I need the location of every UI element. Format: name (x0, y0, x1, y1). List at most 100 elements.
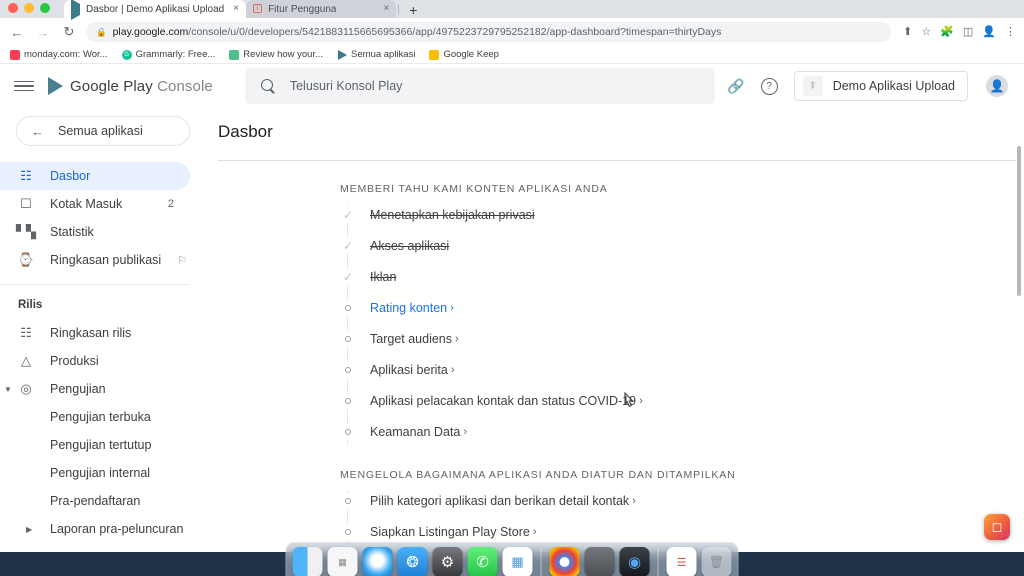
google-play-console-brand[interactable]: Google Play Console (48, 77, 213, 95)
checklist-item-label: Rating konten (370, 300, 448, 315)
all-apps-button[interactable]: ← Semua aplikasi (16, 116, 190, 146)
bookmarks-bar: monday.com: Wor... G Grammarly: Free... … (0, 46, 1024, 64)
sidebar-item-statistik[interactable]: ▘▚ Statistik (0, 218, 190, 246)
console-body: ← Semua aplikasi ☷ Dasbor ☐ Kotak Masuk … (0, 108, 1024, 551)
sidebar-item-ringkasan-publikasi[interactable]: ⌚ Ringkasan publikasi ⚐ (0, 246, 190, 274)
reload-icon[interactable]: ↻ (60, 23, 78, 41)
address-bar[interactable]: 🔒 play.google.com/console/u/0/developers… (86, 22, 892, 42)
flag-off-icon: ⚐ (177, 254, 188, 267)
avatar[interactable]: 👤 (986, 75, 1008, 97)
sidebar-item-label: Laporan pra-peluncuran (50, 522, 184, 536)
zoom-icon[interactable]: ◉ (619, 547, 650, 576)
preview-icon[interactable] (584, 547, 615, 576)
safari-icon[interactable] (362, 547, 393, 576)
section-heading-presentation: MENGELOLA BAGAIMANA APLIKASI ANDA DIATUR… (340, 469, 736, 481)
lock-icon: 🔒 (96, 26, 107, 37)
circle-empty-icon (340, 361, 356, 378)
production-rocket-icon: △ (21, 353, 31, 368)
bookmark-item[interactable]: Semua aplikasi (337, 49, 415, 60)
app-selector-chip[interactable]: ⍒ Demo Aplikasi Upload (793, 71, 968, 101)
close-window-button[interactable] (8, 3, 18, 13)
new-tab-button[interactable]: + (401, 2, 425, 18)
reminders-icon[interactable]: ☰ (666, 547, 697, 576)
tab-close-icon[interactable]: × (233, 4, 239, 14)
checklist-item-target-audience[interactable]: Target audiens › (340, 323, 1024, 354)
browser-tab-inactive[interactable]: 1 Fitur Pengguna × (246, 0, 397, 18)
url-path: /console/u/0/developers/5421883115665695… (188, 26, 722, 38)
checklist-content: ✓ Menetapkan kebijakan privasi ✓ Akses a… (210, 199, 1024, 447)
bookmark-item[interactable]: Google Keep (429, 49, 499, 60)
bookmark-item[interactable]: G Grammarly: Free... (121, 49, 215, 60)
sidebar-item-label: Pengujian internal (50, 466, 151, 480)
help-circle-icon[interactable]: ? (760, 77, 778, 95)
brand-light: Console (157, 77, 213, 95)
checklist-item-content-rating[interactable]: Rating konten › (340, 292, 1024, 323)
bookmark-star-icon[interactable]: ☆ (921, 26, 931, 38)
chrome-browser-window: Dasbor | Demo Aplikasi Upload × 1 Fitur … (0, 0, 1024, 552)
checklist-item-label: Keamanan Data (370, 424, 461, 439)
chrome-icon[interactable] (549, 547, 580, 576)
checklist-item-privacy-policy[interactable]: ✓ Menetapkan kebijakan privasi (340, 199, 1024, 230)
checklist-item-category-contact[interactable]: Pilih kategori aplikasi dan berikan deta… (340, 485, 1024, 516)
slack-icon[interactable]: ▦ (502, 547, 533, 576)
profile-avatar-icon[interactable]: 👤 (982, 26, 996, 38)
finder-icon[interactable] (292, 547, 323, 576)
minimize-window-button[interactable] (24, 3, 34, 13)
checklist-item-data-safety[interactable]: Keamanan Data › (340, 416, 1024, 447)
chevron-down-icon[interactable]: ▼ (4, 385, 12, 394)
browser-tab-active[interactable]: Dasbor | Demo Aplikasi Upload × (64, 0, 247, 20)
sidebar-item-pengujian[interactable]: ▼ ◎ Pengujian (0, 375, 190, 403)
dashboard-grid-icon: ☷ (20, 168, 32, 183)
check-icon: ✓ (340, 206, 356, 223)
brand-text: Google Play Console (70, 78, 213, 95)
tab-close-icon[interactable]: × (383, 4, 389, 14)
bookmark-item[interactable]: Review how your... (229, 49, 323, 60)
side-panel-icon[interactable]: ◫ (963, 26, 973, 38)
sidebar-item-laporan-pra-peluncuran[interactable]: ▶ Laporan pra-peluncuran (0, 515, 190, 543)
trash-icon[interactable]: 🗑 (701, 547, 732, 576)
system-settings-icon[interactable]: ⚙ (432, 547, 463, 576)
share-icon[interactable]: ⬆ (903, 26, 912, 38)
bar-chart-icon: ▘▚ (16, 224, 36, 239)
sidebar-item-dasbor[interactable]: ☷ Dasbor (0, 162, 190, 190)
sidebar-item-pengujian-internal[interactable]: Pengujian internal (0, 459, 190, 487)
checklist-item-ads[interactable]: ✓ Iklan (340, 261, 1024, 292)
whatsapp-icon[interactable]: ✆ (467, 547, 498, 576)
checklist-item-app-access[interactable]: ✓ Akses aplikasi (340, 230, 1024, 261)
circle-empty-icon (340, 392, 356, 409)
section-heading-content: MEMBERI TAHU KAMI KONTEN APLIKASI ANDA (340, 183, 608, 195)
sidebar-item-produksi[interactable]: △ Produksi (0, 347, 190, 375)
three-dot-menu-icon[interactable]: ⋮ (1005, 26, 1016, 38)
sidebar-item-kotak-masuk[interactable]: ☐ Kotak Masuk 2 (0, 190, 190, 218)
sidebar-item-pra-pendaftaran[interactable]: Pra-pendaftaran (0, 487, 190, 515)
sidebar: ← Semua aplikasi ☷ Dasbor ☐ Kotak Masuk … (0, 108, 210, 551)
extensions-puzzle-icon[interactable]: 🧩 (940, 26, 954, 38)
xcode-icon[interactable]: ❂ (397, 547, 428, 576)
chevron-right-icon: › (463, 425, 468, 438)
chevron-right-icon[interactable]: ▶ (26, 525, 32, 534)
link-icon[interactable]: 🔗 (727, 78, 744, 95)
forward-icon[interactable]: → (34, 23, 52, 41)
search-input[interactable]: Telusuri Konsol Play (244, 68, 715, 104)
recorder-badge-icon[interactable]: ◻ (984, 514, 1010, 540)
window-traffic-lights[interactable] (8, 3, 50, 13)
hamburger-menu-icon[interactable] (14, 77, 34, 96)
screen-root: Dasbor | Demo Aplikasi Upload × 1 Fitur … (0, 0, 1024, 576)
check-icon: ✓ (340, 268, 356, 285)
sidebar-item-pengujian-terbuka[interactable]: Pengujian terbuka (0, 403, 190, 431)
checklist-item-news-app[interactable]: Aplikasi berita › (340, 354, 1024, 385)
app-chip-label: Demo Aplikasi Upload (832, 79, 955, 93)
launchpad-icon[interactable]: ▦ (327, 547, 358, 576)
maximize-window-button[interactable] (40, 3, 50, 13)
back-icon[interactable]: ← (8, 23, 26, 41)
checklist-item-covid-tracing[interactable]: Aplikasi pelacakan kontak dan status COV… (340, 385, 1024, 416)
sidebar-item-label: Statistik (50, 225, 94, 239)
vertical-scrollbar[interactable] (1017, 146, 1021, 296)
monday-favicon-icon (10, 49, 20, 60)
address-bar-url: play.google.com/console/u/0/developers/5… (113, 26, 722, 38)
bookmark-item[interactable]: monday.com: Wor... (10, 49, 108, 60)
bookmark-label: monday.com: Wor... (24, 49, 108, 60)
search-placeholder: Telusuri Konsol Play (289, 79, 403, 93)
sidebar-item-pengujian-tertutup[interactable]: Pengujian tertutup (0, 431, 190, 459)
sidebar-item-ringkasan-rilis[interactable]: ☷ Ringkasan rilis (0, 319, 190, 347)
